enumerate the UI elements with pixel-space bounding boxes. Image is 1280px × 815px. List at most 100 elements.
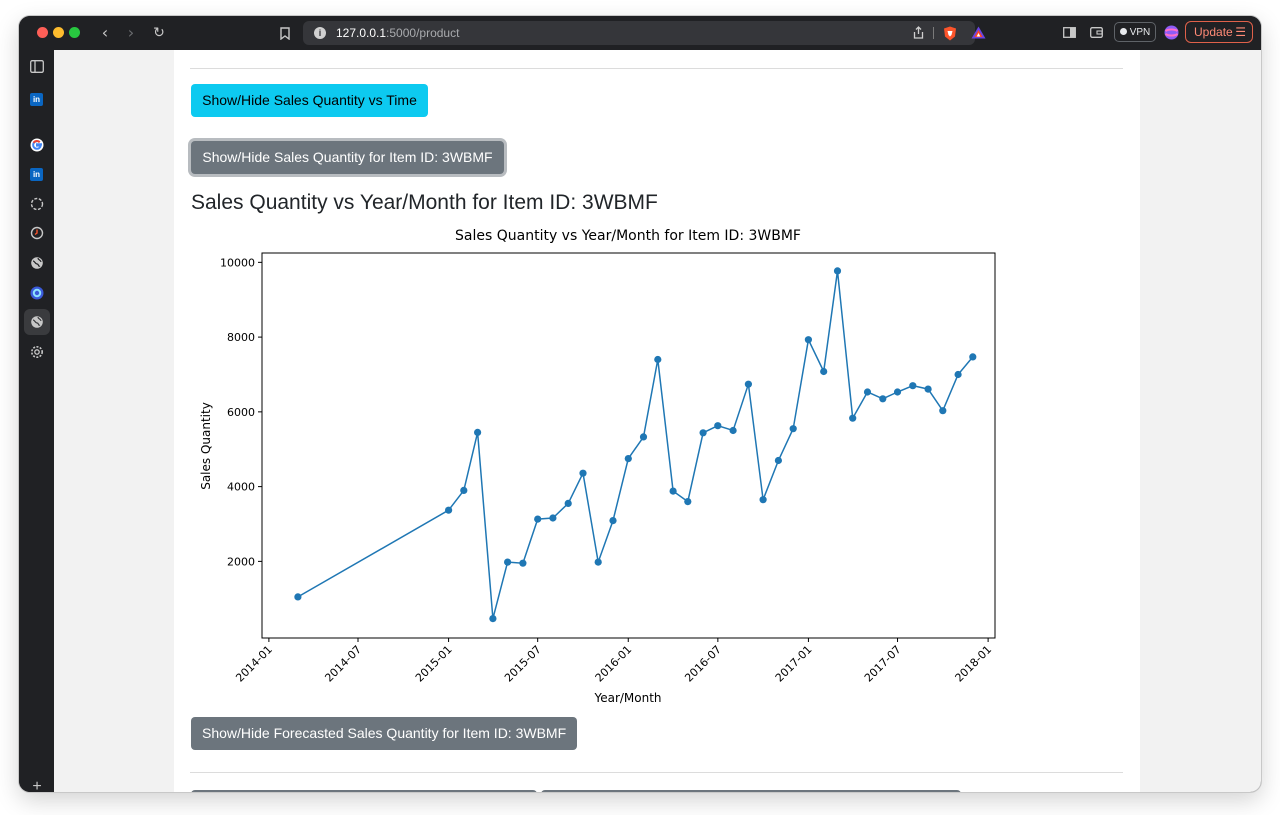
page-title: Sales Quantity vs Year/Month for Item ID…	[191, 191, 658, 214]
toggle-sales-time-button[interactable]: Show/Hide Sales Quantity vs Time	[191, 84, 428, 117]
data-point	[579, 469, 587, 477]
back-icon[interactable]: ‹	[95, 23, 115, 43]
brave-shields-icon[interactable]	[942, 25, 958, 41]
divider	[190, 68, 1123, 69]
menu-icon: ☰	[1235, 25, 1246, 39]
toggle-item-sales-button[interactable]: Show/Hide Sales Quantity for Item ID: 3W…	[191, 141, 504, 174]
x-axis: 2014-01 2014-07 2015-01 2015-07 2016-01 2016-…	[233, 638, 994, 685]
data-point	[669, 487, 677, 495]
vpn-status-icon	[1119, 28, 1127, 35]
address-bar[interactable]: i 127.0.0.1:5000/product	[303, 21, 985, 45]
data-point	[954, 370, 962, 379]
data-point	[714, 422, 722, 430]
forward-icon[interactable]: ›	[121, 23, 141, 43]
y-axis: 2000 4000 6000 8000 10000	[220, 256, 262, 568]
url-host: 127.0.0.1	[336, 26, 387, 40]
brave-rewards-icon[interactable]	[970, 25, 986, 41]
page-viewport: Show/Hide Sales Quantity vs Time Show/Hi…	[54, 50, 1261, 792]
x-tick-label: 2015-07	[502, 643, 544, 685]
y-tick-label: 10000	[220, 256, 255, 269]
data-point	[460, 486, 468, 494]
url-text: 127.0.0.1:5000/product	[336, 26, 459, 40]
y-tick-label: 8000	[227, 331, 255, 344]
data-point	[909, 382, 917, 390]
vpn-label: VPN	[1129, 27, 1151, 38]
data-point	[609, 517, 617, 525]
gear-icon[interactable]	[27, 342, 47, 362]
data-point	[879, 395, 887, 403]
partial-button[interactable]	[191, 790, 537, 792]
y-tick-label: 2000	[227, 555, 255, 568]
browser-sidebar: in in +	[19, 50, 54, 792]
data-point	[969, 353, 977, 361]
url-path: :5000/product	[386, 26, 460, 40]
bookmark-icon[interactable]	[275, 23, 295, 43]
data-point	[534, 515, 542, 523]
sidebar-panel-icon[interactable]	[1060, 24, 1078, 42]
sales-line-chart: Sales Quantity vs Year/Month for Item ID…	[199, 228, 996, 705]
data-point	[624, 455, 632, 463]
data-point	[654, 355, 662, 364]
chart-title: Sales Quantity vs Year/Month for Item ID…	[455, 228, 801, 244]
divider	[190, 772, 1123, 773]
data-point	[699, 429, 707, 437]
close-window-button[interactable]	[37, 27, 48, 38]
page-container: Show/Hide Sales Quantity vs Time Show/Hi…	[174, 50, 1140, 792]
x-tick-label: 2018-01	[953, 643, 995, 685]
y-axis-label: Sales Quantity	[199, 402, 213, 490]
x-tick-label: 2016-01	[593, 643, 635, 685]
app-icon[interactable]	[27, 283, 47, 303]
clock-icon[interactable]	[27, 223, 47, 243]
data-point	[519, 559, 527, 567]
data-point	[744, 380, 753, 388]
x-tick-label: 2014-07	[322, 643, 364, 685]
circle-icon[interactable]	[27, 194, 47, 214]
data-point	[684, 498, 692, 506]
data-point	[294, 593, 302, 601]
data-point	[804, 336, 813, 344]
y-tick-label: 6000	[227, 406, 255, 419]
linkedin-icon[interactable]: in	[30, 93, 43, 106]
partial-button[interactable]	[541, 790, 961, 792]
data-point	[504, 558, 512, 566]
share-icon[interactable]	[910, 25, 926, 41]
site-info-icon[interactable]: i	[314, 27, 326, 39]
data-point	[729, 426, 737, 435]
toggle-forecast-button[interactable]: Show/Hide Forecasted Sales Quantity for …	[191, 717, 577, 750]
browser-window: ‹ › ↻ i 127.0.0.1:5000/product VPN Updat…	[19, 16, 1261, 792]
google-icon[interactable]	[27, 135, 47, 155]
divider	[933, 27, 934, 39]
x-tick-label: 2014-01	[233, 643, 275, 685]
data-point	[849, 414, 857, 422]
update-label: Update	[1194, 25, 1233, 39]
wallet-icon[interactable]	[1087, 24, 1105, 42]
data-point	[789, 425, 797, 433]
minimize-window-button[interactable]	[53, 27, 64, 38]
data-point	[863, 388, 872, 396]
data-point	[924, 385, 932, 393]
data-point	[639, 433, 648, 441]
globe-icon[interactable]	[27, 253, 47, 273]
plus-icon[interactable]: +	[27, 777, 47, 792]
data-point	[939, 407, 947, 415]
globe-icon[interactable]	[24, 309, 50, 335]
sidebar-toggle-icon[interactable]	[27, 56, 47, 76]
zoom-window-button[interactable]	[69, 27, 80, 38]
data-point	[445, 506, 453, 514]
reload-icon[interactable]: ↻	[149, 23, 169, 43]
profile-avatar-icon[interactable]	[1162, 24, 1180, 42]
data-point	[474, 428, 482, 436]
x-tick-label: 2015-01	[413, 643, 455, 685]
update-button[interactable]: Update ☰	[1185, 21, 1253, 43]
data-point	[820, 367, 828, 376]
title-bar: ‹ › ↻ i 127.0.0.1:5000/product VPN Updat…	[19, 16, 1261, 50]
data-point	[564, 499, 572, 507]
x-tick-label: 2017-01	[773, 643, 815, 685]
plot-area	[261, 252, 996, 639]
vpn-button[interactable]: VPN	[1114, 22, 1156, 42]
data-point	[549, 514, 557, 522]
data-point	[489, 615, 497, 623]
data-point	[759, 496, 767, 504]
linkedin-icon[interactable]: in	[30, 168, 43, 181]
y-tick-label: 4000	[227, 481, 255, 494]
